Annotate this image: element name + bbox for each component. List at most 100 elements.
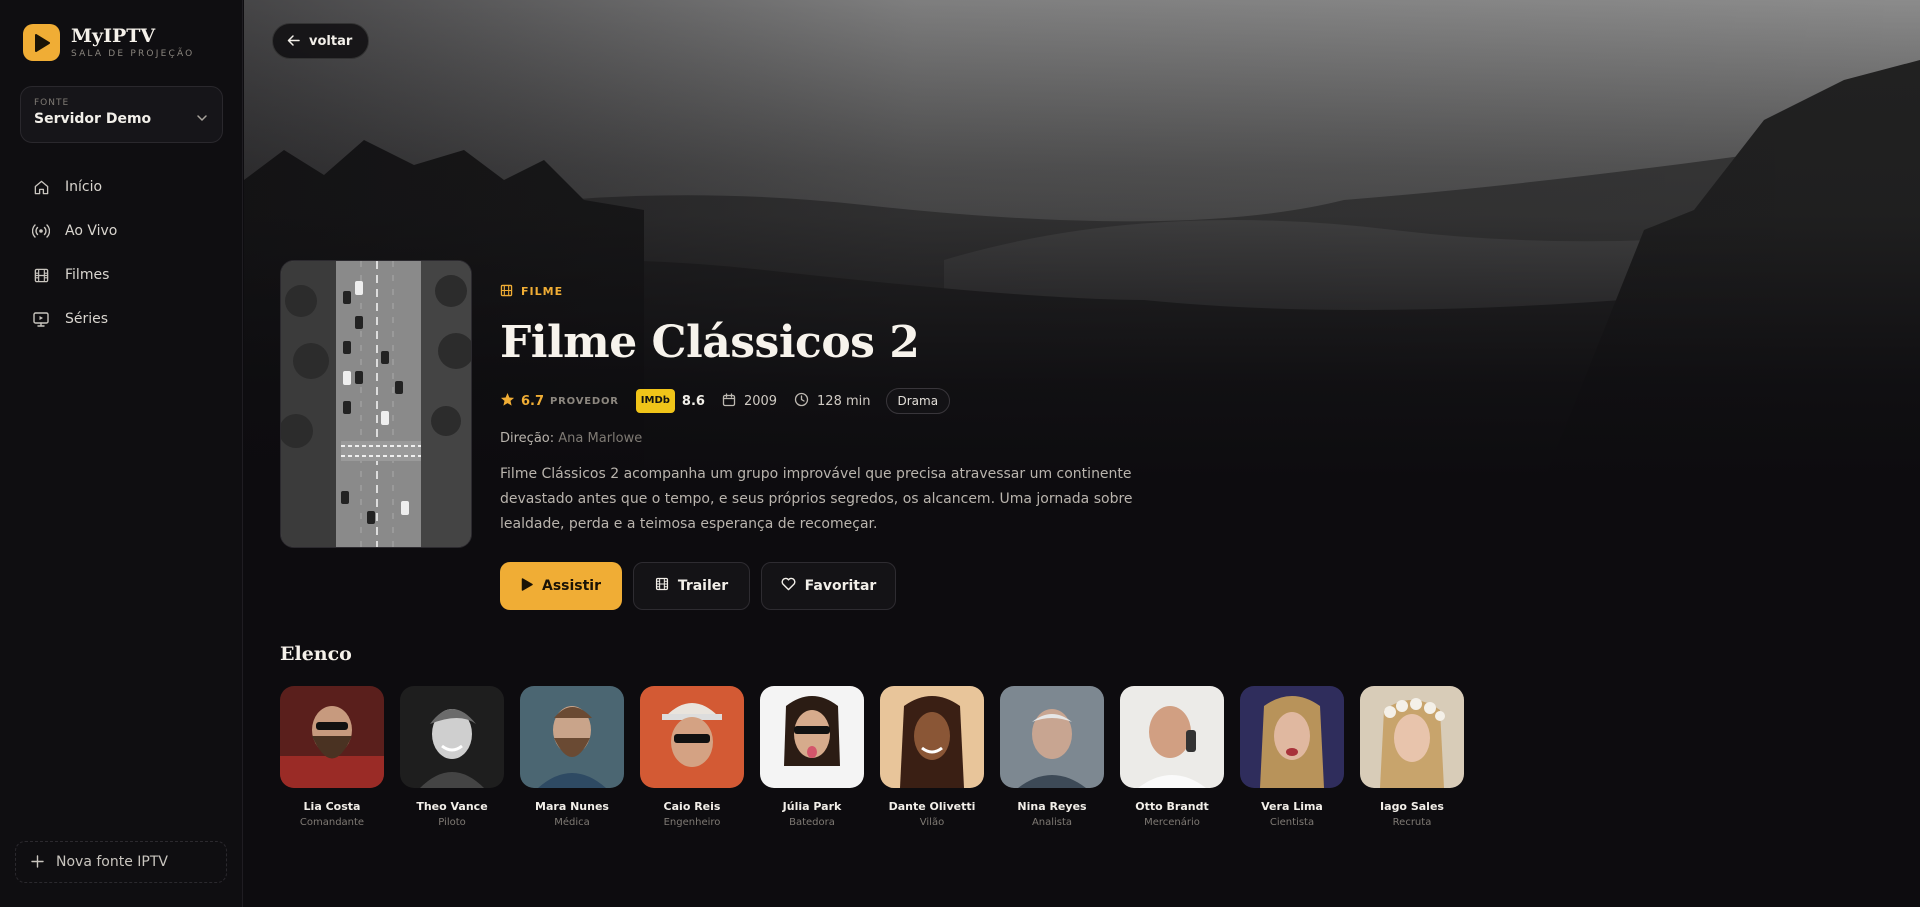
- home-icon: [32, 178, 50, 196]
- nav-label: Séries: [65, 311, 109, 327]
- duration-item: 128 min: [794, 392, 871, 411]
- heart-icon: [781, 577, 796, 595]
- director-label: Direção:: [500, 431, 555, 446]
- actor-photo: [1120, 686, 1224, 788]
- film-icon: [655, 577, 669, 595]
- app-logo[interactable]: MyIPTV SALA DE PROJEÇÃO: [23, 24, 194, 61]
- actor-name: Theo Vance: [416, 800, 488, 813]
- actor-photo: [1360, 686, 1464, 788]
- actor-photo: [280, 686, 384, 788]
- arrow-left-icon: [287, 32, 300, 51]
- actor-role: Piloto: [438, 817, 466, 828]
- favorite-button[interactable]: Favoritar: [761, 562, 896, 610]
- actor-name: Nina Reyes: [1017, 800, 1087, 813]
- cast-list: Lia Costa Comandante Theo Vance Piloto M…: [280, 686, 1480, 828]
- rating-source: PROVEDOR: [550, 395, 619, 407]
- cast-card[interactable]: Caio Reis Engenheiro: [640, 686, 744, 828]
- back-label: voltar: [309, 33, 353, 49]
- content-kind: FILME: [500, 282, 1200, 300]
- movie-year: 2009: [743, 393, 778, 409]
- actor-role: Engenheiro: [663, 817, 721, 828]
- movie-synopsis: Filme Clássicos 2 acompanha um grupo imp…: [500, 466, 1133, 532]
- back-button[interactable]: voltar: [272, 23, 370, 59]
- cast-heading: Elenco: [280, 643, 352, 665]
- nav-item-ao-vivo[interactable]: Ao Vivo: [20, 209, 223, 253]
- cast-card[interactable]: Nina Reyes Analista: [1000, 686, 1104, 828]
- cast-card[interactable]: Otto Brandt Mercenário: [1120, 686, 1224, 828]
- plus-icon: [31, 853, 44, 872]
- source-label: FONTE: [34, 98, 70, 108]
- nav-label: Filmes: [65, 267, 110, 283]
- nav-item-filmes[interactable]: Filmes: [20, 253, 223, 297]
- film-icon: [500, 282, 513, 301]
- actor-role: Analista: [1031, 817, 1073, 828]
- actor-role: Mercenário: [1144, 817, 1200, 828]
- nav-item-series[interactable]: Séries: [20, 297, 223, 341]
- movie-info: FILME Filme Clássicos 2 6.7 PROVEDOR IMD…: [500, 282, 1200, 610]
- play-logo-icon: [23, 24, 60, 61]
- provider-rating: 6.7: [521, 393, 545, 409]
- cast-card[interactable]: Dante Olivetti Vilão: [880, 686, 984, 828]
- content-kind-label: FILME: [521, 284, 564, 298]
- cast-card[interactable]: Mara Nunes Médica: [520, 686, 624, 828]
- trailer-button[interactable]: Trailer: [633, 562, 750, 610]
- actor-photo: [520, 686, 624, 788]
- actor-photo: [1000, 686, 1104, 788]
- actor-name: Otto Brandt: [1135, 800, 1209, 813]
- director-name: Ana Marlowe: [558, 431, 643, 446]
- source-selector[interactable]: FONTE Servidor Demo: [20, 86, 223, 143]
- actor-name: Caio Reis: [663, 800, 721, 813]
- actor-role: Batedora: [789, 817, 835, 828]
- movie-poster: [280, 260, 472, 548]
- actor-role: Vilão: [919, 817, 945, 828]
- cast-card[interactable]: Vera Lima Cientista: [1240, 686, 1344, 828]
- star-icon: [500, 392, 515, 411]
- add-source-button[interactable]: Nova fonte IPTV: [15, 841, 227, 883]
- actor-name: Mara Nunes: [535, 800, 609, 813]
- cast-card[interactable]: Lia Costa Comandante: [280, 686, 384, 828]
- app-tagline: SALA DE PROJEÇÃO: [71, 48, 195, 59]
- actor-photo: [400, 686, 504, 788]
- cast-card[interactable]: Iago Sales Recruta: [1360, 686, 1464, 828]
- cast-card[interactable]: Theo Vance Piloto: [400, 686, 504, 828]
- play-button[interactable]: Assistir: [500, 562, 622, 610]
- trailer-label: Trailer: [677, 578, 729, 594]
- tv-icon: [32, 310, 50, 328]
- add-source-label: Nova fonte IPTV: [56, 854, 168, 870]
- film-icon: [32, 266, 50, 284]
- imdb-rating: 8.6: [681, 393, 705, 409]
- actor-photo: [640, 686, 744, 788]
- broadcast-icon: [32, 222, 50, 240]
- chevron-down-icon: [196, 109, 208, 128]
- actor-photo: [880, 686, 984, 788]
- cast-card[interactable]: Júlia Park Batedora: [760, 686, 864, 828]
- actor-name: Vera Lima: [1261, 800, 1323, 813]
- actor-role: Médica: [554, 817, 590, 828]
- sidebar: MyIPTV SALA DE PROJEÇÃO FONTE Servidor D…: [0, 0, 243, 907]
- actor-name: Lia Costa: [303, 800, 361, 813]
- genre-tag[interactable]: Drama: [885, 388, 951, 414]
- nav-item-inicio[interactable]: Início: [20, 165, 223, 209]
- actor-photo: [760, 686, 864, 788]
- actor-role: Cientista: [1269, 817, 1315, 828]
- actor-name: Iago Sales: [1380, 800, 1444, 813]
- main-nav: Início Ao Vivo Filmes Séries: [20, 165, 223, 341]
- actor-name: Júlia Park: [782, 800, 842, 813]
- play-icon: [521, 577, 533, 595]
- actor-name: Dante Olivetti: [888, 800, 976, 813]
- clock-icon: [794, 392, 809, 411]
- nav-label: Início: [65, 179, 103, 195]
- app-name: MyIPTV: [71, 24, 156, 47]
- imdb-badge: IMDb: [635, 389, 675, 413]
- action-buttons: Assistir Trailer Favoritar: [500, 562, 1200, 610]
- director-line: Direção: Ana Marlowe: [500, 431, 1200, 446]
- movie-meta: 6.7 PROVEDOR IMDb 8.6 2009 128 min Drama: [500, 388, 1200, 414]
- calendar-icon: [722, 392, 736, 411]
- source-value: Servidor Demo: [34, 111, 152, 127]
- actor-role: Recruta: [1392, 817, 1432, 828]
- year-item: 2009: [722, 392, 777, 411]
- favorite-label: Favoritar: [804, 578, 877, 594]
- play-label: Assistir: [541, 578, 602, 594]
- actor-role: Comandante: [299, 817, 365, 828]
- movie-title: Filme Clássicos 2: [500, 317, 920, 368]
